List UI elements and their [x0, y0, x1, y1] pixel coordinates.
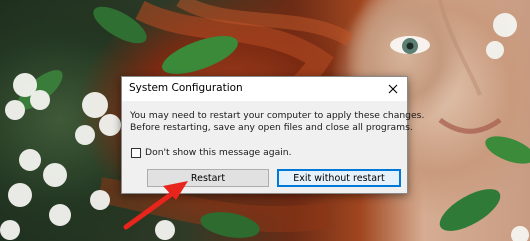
annotation-arrow-icon [123, 181, 188, 230]
